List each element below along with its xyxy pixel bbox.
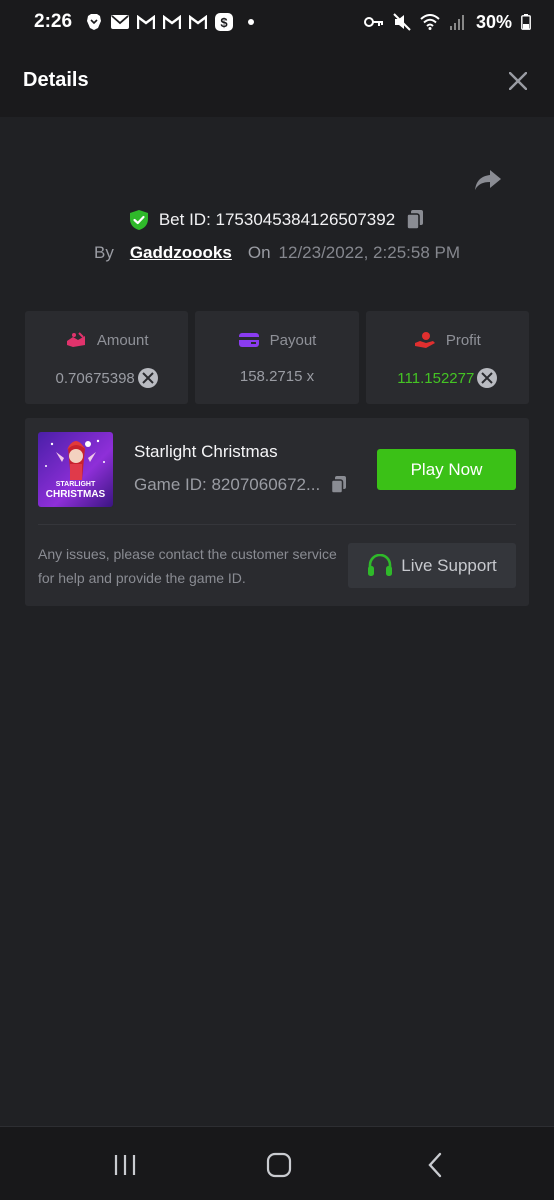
game-id-row: Game ID: 8207060672... (134, 475, 348, 495)
bet-meta-row: By Gaddzoooks On 12/23/2022, 2:25:58 PM (0, 240, 554, 266)
amount-label: Amount (96, 331, 149, 349)
copy-icon (406, 210, 424, 230)
recent-apps-icon (114, 1155, 136, 1175)
details-header: Details (0, 44, 554, 117)
copy-game-id-button[interactable] (330, 475, 348, 495)
share-icon (475, 170, 501, 190)
play-now-button[interactable]: Play Now (377, 449, 516, 490)
currency-coin-icon (477, 368, 498, 388)
mail-icon (110, 13, 130, 31)
currency-coin-icon (137, 368, 158, 388)
cash-app-icon: $ (214, 13, 234, 31)
copy-icon (330, 476, 347, 494)
home-icon (266, 1152, 292, 1178)
wifi-icon (420, 13, 440, 31)
bet-id-text: Bet ID: 1753045384126507392 (158, 210, 396, 229)
game-id-text: Game ID: 8207060672... (134, 475, 321, 494)
copy-bet-id-button[interactable] (405, 209, 425, 231)
back-icon (428, 1152, 442, 1178)
gmail-icon (136, 13, 156, 31)
game-card: STARLIGHT CHRISTMAS Starlight Christmas … (25, 418, 529, 606)
notification-icons: $ (84, 13, 255, 31)
svg-text:$: $ (220, 15, 228, 30)
profit-value: 111.152277 (397, 369, 475, 387)
bet-date: 12/23/2022, 2:25:58 PM (278, 243, 461, 262)
amount-card: Amount 0.70675398 (25, 311, 189, 404)
mute-icon (392, 13, 412, 31)
profit-card: Profit 111.152277 (365, 311, 529, 404)
verified-shield-icon (129, 210, 148, 230)
status-bar: 2:26 $ 30% (0, 0, 554, 44)
profit-label: Profit (445, 331, 481, 349)
profit-hand-icon (414, 332, 435, 348)
bet-stats: Amount 0.70675398 Payout 158.2715 x Prof… (25, 311, 529, 404)
system-icons: 30% (363, 11, 532, 33)
username-link[interactable]: Gaddzoooks (130, 243, 232, 263)
live-support-label: Live Support (401, 555, 497, 575)
amount-icon (66, 332, 85, 347)
help-text: Any issues, please contact the customer … (38, 546, 337, 586)
more-notifications-dot (248, 19, 255, 25)
close-button[interactable] (505, 68, 531, 94)
battery-icon (520, 13, 532, 31)
close-icon (509, 71, 527, 90)
amount-value: 0.70675398 (55, 369, 135, 387)
game-thumbnail[interactable]: STARLIGHT CHRISTMAS (38, 432, 113, 507)
by-label: By (93, 243, 114, 262)
share-button[interactable] (474, 168, 504, 196)
battery-percent: 30% (475, 11, 512, 32)
signal-icon (448, 13, 468, 31)
page-title: Details (23, 69, 89, 91)
key-icon (363, 13, 384, 31)
divider (38, 524, 516, 525)
gmail-icon (162, 13, 182, 31)
thumb-title-bottom: CHRISTMAS (45, 489, 106, 500)
status-time: 2:26 (34, 11, 73, 32)
recent-apps-button[interactable] (110, 1151, 140, 1179)
live-support-button[interactable]: Live Support (348, 543, 516, 588)
headset-icon (368, 553, 393, 576)
bet-id-row: Bet ID: 1753045384126507392 (0, 206, 554, 234)
payout-label: Payout (269, 331, 317, 349)
brave-icon (84, 13, 104, 31)
on-label: On (247, 243, 271, 262)
payout-card-icon (238, 333, 259, 347)
gmail-icon (188, 13, 208, 31)
payout-card: Payout 158.2715 x (195, 311, 359, 404)
back-button[interactable] (420, 1151, 450, 1179)
game-name: Starlight Christmas (134, 442, 278, 461)
payout-value: 158.2715 x (239, 368, 315, 385)
home-button[interactable] (264, 1151, 294, 1179)
system-nav-bar (0, 1126, 554, 1200)
